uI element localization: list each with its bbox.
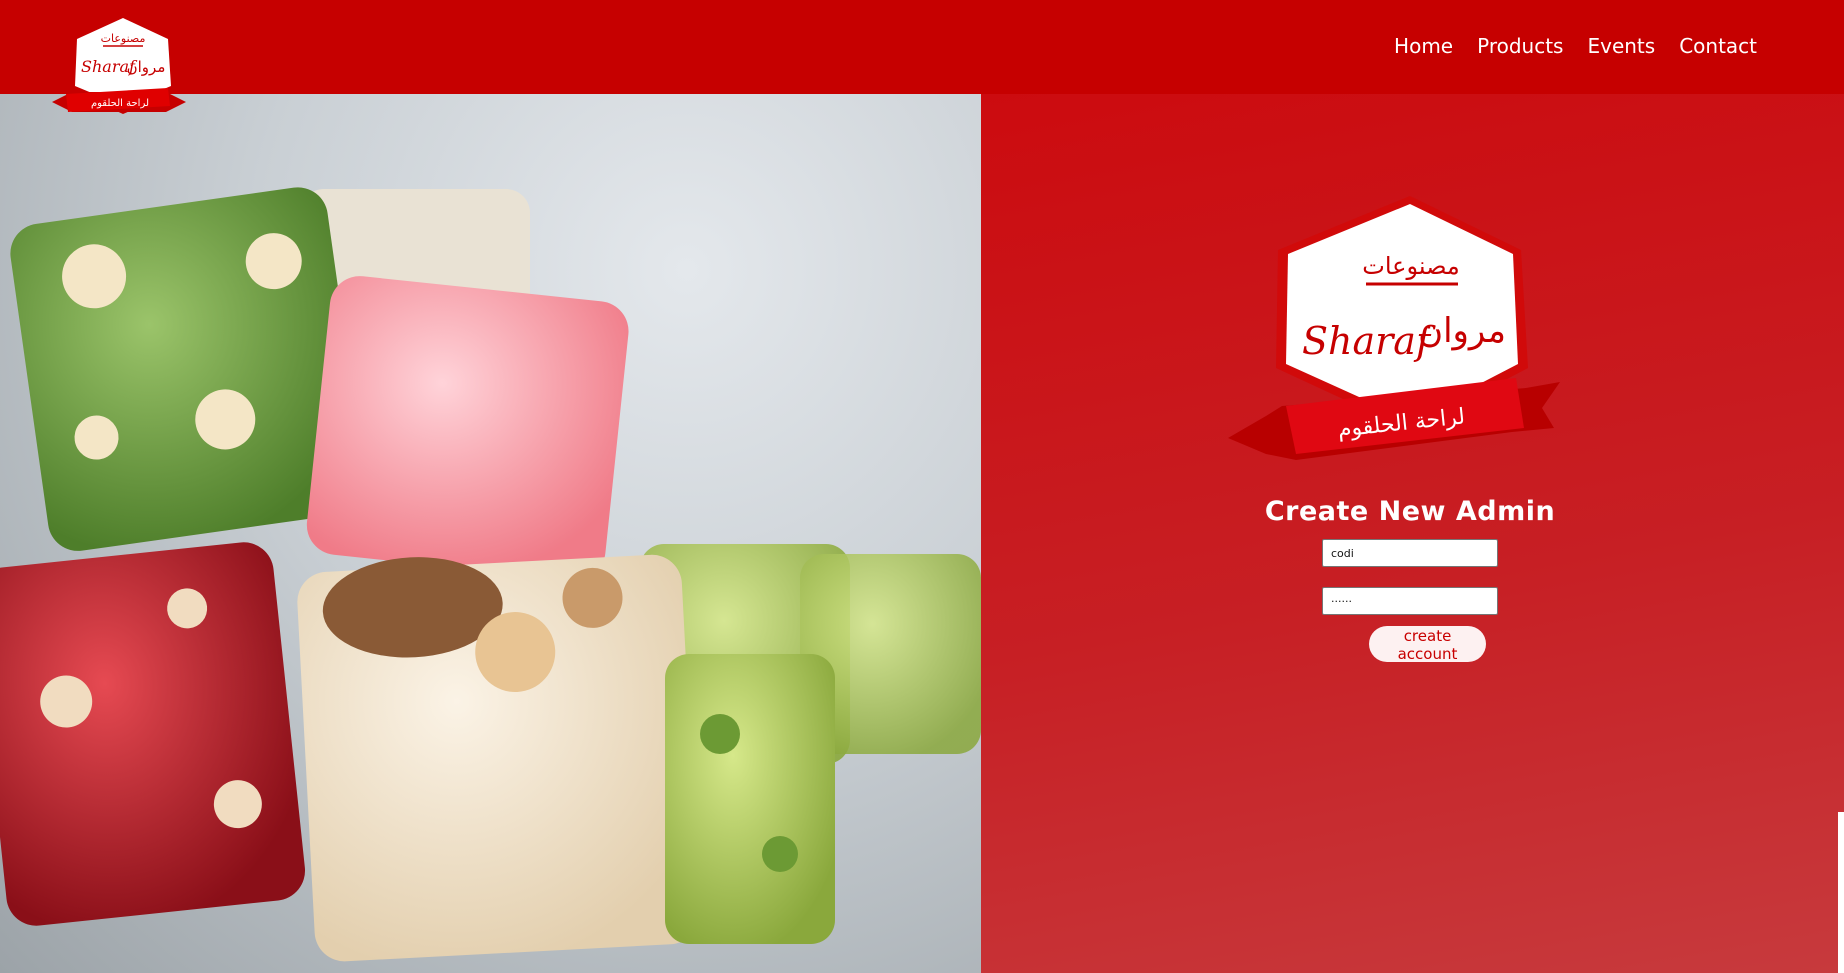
form-title: Create New Admin: [1264, 496, 1556, 527]
nav-links: Home Products Events Contact: [1394, 34, 1757, 58]
brand-logo-brand-arabic: مروان: [1418, 311, 1506, 351]
navbar: Home Products Events Contact: [0, 0, 1844, 94]
username-input[interactable]: [1322, 539, 1498, 567]
turkish-delight-photo: [0, 94, 981, 973]
nav-contact-link[interactable]: Contact: [1679, 34, 1757, 58]
nav-brand-logo[interactable]: مصنوعات Sharaf مروان لراحة الحلقوم: [48, 8, 188, 120]
brand-logo: مصنوعات Sharaf مروان لراحة الحلقوم: [1228, 196, 1560, 460]
nav-logo-ribbon-text: لراحة الحلقوم: [91, 98, 149, 109]
create-account-button[interactable]: create account: [1369, 626, 1486, 663]
scrollbar-edge: [1838, 812, 1844, 973]
nav-logo-top-text: مصنوعات: [101, 32, 146, 45]
turkish-delight-illustration: [0, 187, 981, 962]
nav-products-link[interactable]: Products: [1477, 34, 1563, 58]
nav-logo-brand-arabic: مروان: [127, 58, 166, 76]
password-input[interactable]: [1322, 587, 1498, 615]
nav-events-link[interactable]: Events: [1587, 34, 1655, 58]
nav-home-link[interactable]: Home: [1394, 34, 1453, 58]
brand-logo-brand-latin: Sharaf: [1302, 319, 1436, 363]
brand-logo-top-text: مصنوعات: [1362, 252, 1460, 280]
